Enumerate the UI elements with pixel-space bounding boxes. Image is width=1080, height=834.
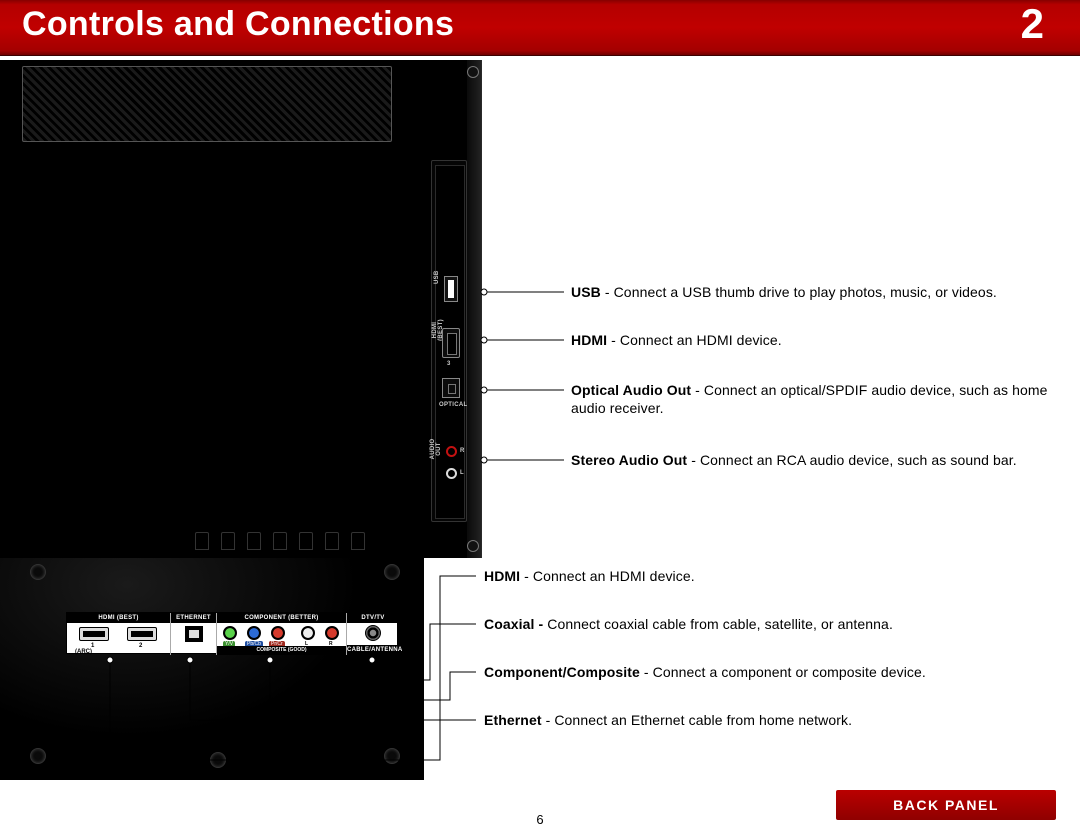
tv-button-icon [221,532,235,550]
chapter-title: Controls and Connections [22,5,454,44]
callout-hdmi-side: HDMI - Connect an HDMI device. [571,332,1051,350]
dtv-section: DTV/TV CABLE/ANTENNA [347,613,399,655]
side-port-inner: USB HDMI (BEST) 3 OPTICAL AUDIO OUT R L [435,165,465,519]
screw-icon [384,748,400,764]
port-label-usb: USB [434,270,440,284]
callout-bold: Component/Composite [484,664,640,680]
tv-button-icon [299,532,313,550]
rca-white-icon [301,626,315,640]
section-label: COMPONENT (BETTER) [217,613,346,623]
section-sublabel: CABLE/ANTENNA [347,645,399,655]
hdmi-number: 2 [139,643,142,649]
callout-bold: HDMI [484,568,520,584]
tv-side-illustration: USB HDMI (BEST) 3 OPTICAL AUDIO OUT R L [0,60,482,558]
callout-ethernet: Ethernet - Connect an Ethernet cable fro… [484,712,1044,730]
callout-hdmi-bottom: HDMI - Connect an HDMI device. [484,568,1044,586]
rca-green-icon [223,626,237,640]
callout-usb: USB - Connect a USB thumb drive to play … [571,284,1051,302]
tv-button-icon [195,532,209,550]
port-label-r: R [460,448,464,454]
bottom-port-strip: HDMI (BEST) 1 2 (ARC) ETHERNET COMPONENT… [66,612,398,654]
rca-white-icon [446,468,457,479]
section-label: HDMI (BEST) [67,613,170,623]
callout-text: - Connect a USB thumb drive to play phot… [601,284,997,300]
callout-bold: Ethernet [484,712,542,728]
port-label-l: L [460,470,464,476]
screw-icon [467,66,479,78]
ethernet-section: ETHERNET [171,613,217,655]
tv-edge [467,60,481,558]
screw-icon [467,540,479,552]
callout-bold: Optical Audio Out [571,382,691,398]
rca-red-icon [446,446,457,457]
tv-button-icon [247,532,261,550]
tv-buttons-row [195,532,365,554]
coax-port-icon [365,625,381,641]
optical-port-icon [442,378,460,398]
callout-coax: Coaxial - Connect coaxial cable from cab… [484,616,1044,634]
rca-red-icon [271,626,285,640]
callout-bold: USB [571,284,601,300]
hdmi-port-icon [79,627,109,641]
chapter-header: Controls and Connections 2 [0,0,1080,56]
rca-red-icon [325,626,339,640]
port-label-optical: OPTICAL [439,402,463,408]
component-section: COMPONENT (BETTER) Y/V Pb/Cb Pr/Cr L R C… [217,613,347,655]
hdmi-port-icon [442,328,460,358]
section-label: DTV/TV [347,613,399,623]
tv-button-icon [351,532,365,550]
side-port-panel: USB HDMI (BEST) 3 OPTICAL AUDIO OUT R L [431,160,467,522]
screw-icon [30,564,46,580]
callout-bold: Coaxial - [484,616,547,632]
section-label: ETHERNET [171,613,216,623]
callout-text: - Connect an Ethernet cable from home ne… [542,712,853,728]
callout-text: - Connect a component or composite devic… [640,664,926,680]
callout-stereo: Stereo Audio Out - Connect an RCA audio … [571,452,1061,470]
screw-icon [384,564,400,580]
callout-component: Component/Composite - Connect a componen… [484,664,1064,682]
hdmi-section: HDMI (BEST) 1 2 (ARC) [67,613,171,655]
arc-label: (ARC) [75,649,92,655]
tv-button-icon [273,532,287,550]
chapter-number: 2 [1021,0,1044,48]
screw-icon [30,748,46,764]
speaker-grille-icon [22,66,392,142]
section-sublabel: COMPOSITE (GOOD) [217,646,346,655]
tv-button-icon [325,532,339,550]
usb-port-icon [444,276,458,302]
callout-optical: Optical Audio Out - Connect an optical/S… [571,382,1051,417]
ethernet-port-icon [185,626,203,642]
screw-icon [210,752,226,768]
port-label-audio-out: AUDIO OUT [430,432,442,466]
manual-page: Controls and Connections 2 USB HDMI (BES… [0,0,1080,834]
hdmi-port-icon [127,627,157,641]
tv-back-illustration [0,558,424,780]
callout-bold: Stereo Audio Out [571,452,687,468]
callout-text: - Connect an HDMI device. [520,568,695,584]
callout-text: - Connect an HDMI device. [607,332,782,348]
callout-bold: HDMI [571,332,607,348]
callout-text: Connect coaxial cable from cable, satell… [547,616,893,632]
rca-blue-icon [247,626,261,640]
callout-text: - Connect an RCA audio device, such as s… [687,452,1017,468]
page-number: 6 [0,812,1080,827]
port-label-hdmi-num: 3 [447,361,451,367]
